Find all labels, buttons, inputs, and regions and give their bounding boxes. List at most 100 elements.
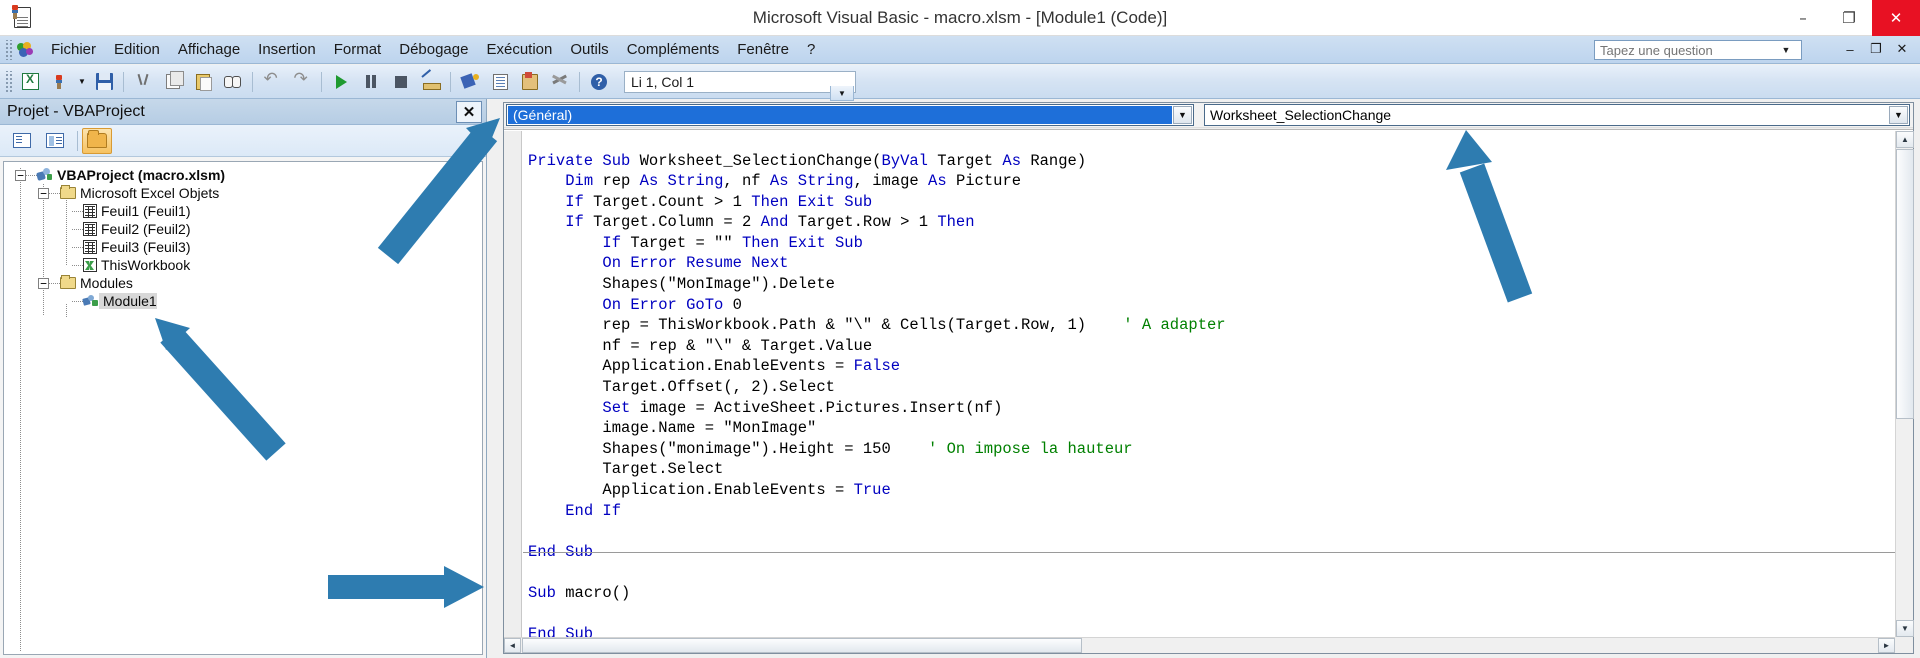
tree-node-label: Module1: [99, 293, 157, 309]
menu-label: Insertion: [258, 40, 316, 58]
redo-icon[interactable]: [288, 69, 316, 95]
restore-button[interactable]: ❐: [1826, 0, 1872, 36]
save-icon[interactable]: [90, 69, 118, 95]
break-icon[interactable]: [357, 69, 385, 95]
module1-tree-node[interactable]: Module1: [4, 292, 482, 310]
tree-node-modules-folder[interactable]: − Modules: [4, 274, 482, 292]
menu-grip-handle[interactable]: [4, 39, 13, 60]
code-vertical-scrollbar[interactable]: ▲ ▼: [1895, 131, 1914, 637]
insert-userform-icon[interactable]: [46, 69, 74, 95]
menu-item-outils[interactable]: Outils: [561, 38, 617, 62]
window-title: Microsoft Visual Basic - macro.xlsm - [M…: [752, 8, 1168, 27]
help-icon[interactable]: ?: [585, 69, 613, 95]
toolbar-separator: [252, 71, 253, 92]
object-browser-icon[interactable]: [516, 69, 544, 95]
scroll-down-button[interactable]: ▼: [1896, 620, 1914, 637]
menu-item-format[interactable]: Format: [325, 38, 391, 62]
menu-item-debogage[interactable]: Débogage: [390, 38, 477, 62]
chevron-down-icon[interactable]: ▼: [1173, 106, 1192, 124]
close-icon: ✕: [1889, 8, 1903, 27]
menu-item-fichier[interactable]: Fichier: [42, 38, 105, 62]
tree-node-feuil1[interactable]: Feuil1 (Feuil1): [4, 202, 482, 220]
toolbox-icon[interactable]: [546, 69, 574, 95]
toolbar-overflow-button[interactable]: ▼: [830, 86, 854, 101]
expander-toggle[interactable]: −: [38, 277, 49, 289]
project-explorer-close-button[interactable]: ✕: [456, 100, 482, 123]
vertical-scroll-thumb[interactable]: [1896, 149, 1914, 419]
menu-item-fenetre[interactable]: Fenêtre: [728, 38, 798, 62]
project-explorer-icon[interactable]: [456, 69, 484, 95]
properties-window-icon[interactable]: [486, 69, 514, 95]
tree-connector: [49, 192, 60, 194]
tree-node-label: VBAProject (macro.xlsm): [57, 167, 226, 183]
tree-node-feuil3[interactable]: Feuil3 (Feuil3): [4, 238, 482, 256]
scroll-right-button[interactable]: ►: [1878, 638, 1895, 653]
view-code-icon[interactable]: [7, 128, 37, 154]
paste-icon[interactable]: [189, 69, 217, 95]
mdi-child-window-controls: – ❐ ✕: [1838, 38, 1914, 60]
view-object-icon[interactable]: [40, 128, 70, 154]
menu-item-execution[interactable]: Exécution: [477, 38, 561, 62]
find-icon[interactable]: [219, 69, 247, 95]
code-editor-area[interactable]: Private Sub Worksheet_SelectionChange(By…: [504, 131, 1895, 637]
toolbar-grip-handle[interactable]: [4, 70, 12, 93]
code-horizontal-scrollbar[interactable]: ◄ ►: [504, 637, 1895, 653]
mdi-minimize-icon: –: [1846, 41, 1854, 57]
menu-item-complements[interactable]: Compléments: [618, 38, 729, 62]
toolbar-separator: [321, 71, 322, 92]
mdi-restore-button[interactable]: ❐: [1864, 38, 1888, 60]
undo-icon[interactable]: [258, 69, 286, 95]
close-icon: ✕: [462, 103, 476, 121]
question-input[interactable]: [1595, 41, 1777, 59]
reset-icon[interactable]: [387, 69, 415, 95]
toggle-folders-icon[interactable]: [82, 127, 112, 154]
menu-item-edition[interactable]: Edition: [105, 38, 169, 62]
tree-node-feuil2[interactable]: Feuil2 (Feuil2): [4, 220, 482, 238]
project-explorer-panel: Projet - VBAProject ✕ − VBAProject (macr…: [0, 99, 487, 658]
scroll-left-icon: ◄: [508, 641, 517, 650]
cut-icon[interactable]: [129, 69, 157, 95]
module-icon: [82, 294, 99, 308]
tree-connector: [72, 300, 83, 302]
mdi-close-button[interactable]: ✕: [1890, 38, 1914, 60]
restore-icon: ❐: [1842, 8, 1856, 27]
tree-node-thisworkbook[interactable]: ThisWorkbook: [4, 256, 482, 274]
tree-node-excel-objects[interactable]: − Microsoft Excel Objets: [4, 184, 482, 202]
tree-node-vbaproject[interactable]: − VBAProject (macro.xlsm): [4, 166, 482, 184]
copy-icon[interactable]: [159, 69, 187, 95]
code-text-block[interactable]: Private Sub Worksheet_SelectionChange(By…: [528, 151, 1895, 638]
horizontal-scroll-thumb[interactable]: [522, 638, 1082, 653]
design-mode-icon[interactable]: [417, 69, 445, 95]
expander-toggle[interactable]: −: [38, 187, 49, 199]
tree-connector: [49, 282, 60, 284]
minimize-button[interactable]: –: [1780, 0, 1826, 36]
menu-item-help[interactable]: ?: [798, 38, 824, 62]
close-button[interactable]: ✕: [1872, 0, 1920, 36]
insert-dropdown-icon[interactable]: ▼: [75, 69, 89, 95]
tree-node-label: Modules: [80, 275, 133, 291]
code-window: (Général) ▼ Worksheet_SelectionChange ▼ …: [503, 102, 1914, 654]
vba-editor-window: Microsoft Visual Basic - macro.xlsm - [M…: [0, 0, 1920, 658]
scroll-up-button[interactable]: ▲: [1896, 131, 1914, 148]
project-explorer-toolbar: [0, 125, 486, 157]
toolbar-separator: [77, 130, 78, 151]
folder-icon: [60, 185, 76, 199]
title-bar: Microsoft Visual Basic - macro.xlsm - [M…: [0, 0, 1920, 36]
menu-label: Outils: [570, 40, 609, 58]
code-margin-indicator-bar[interactable]: [504, 131, 522, 637]
scroll-left-button[interactable]: ◄: [504, 638, 521, 653]
ask-question-box[interactable]: ▼: [1594, 40, 1802, 60]
run-icon[interactable]: [327, 69, 355, 95]
expander-toggle[interactable]: −: [15, 169, 26, 181]
chevron-down-icon[interactable]: ▼: [1889, 106, 1908, 124]
menu-item-affichage[interactable]: Affichage: [169, 38, 249, 62]
tree-node-label: Feuil3 (Feuil3): [101, 239, 191, 255]
procedure-combo[interactable]: Worksheet_SelectionChange ▼: [1204, 104, 1910, 126]
object-combo[interactable]: (Général) ▼: [506, 104, 1194, 126]
menu-item-insertion[interactable]: Insertion: [249, 38, 325, 62]
view-excel-icon[interactable]: [16, 69, 44, 95]
mdi-restore-icon: ❐: [1870, 41, 1882, 56]
question-dropdown-icon[interactable]: ▼: [1777, 41, 1795, 59]
mdi-minimize-button[interactable]: –: [1838, 38, 1862, 60]
project-tree[interactable]: − VBAProject (macro.xlsm) − Microsoft Ex…: [3, 161, 483, 655]
